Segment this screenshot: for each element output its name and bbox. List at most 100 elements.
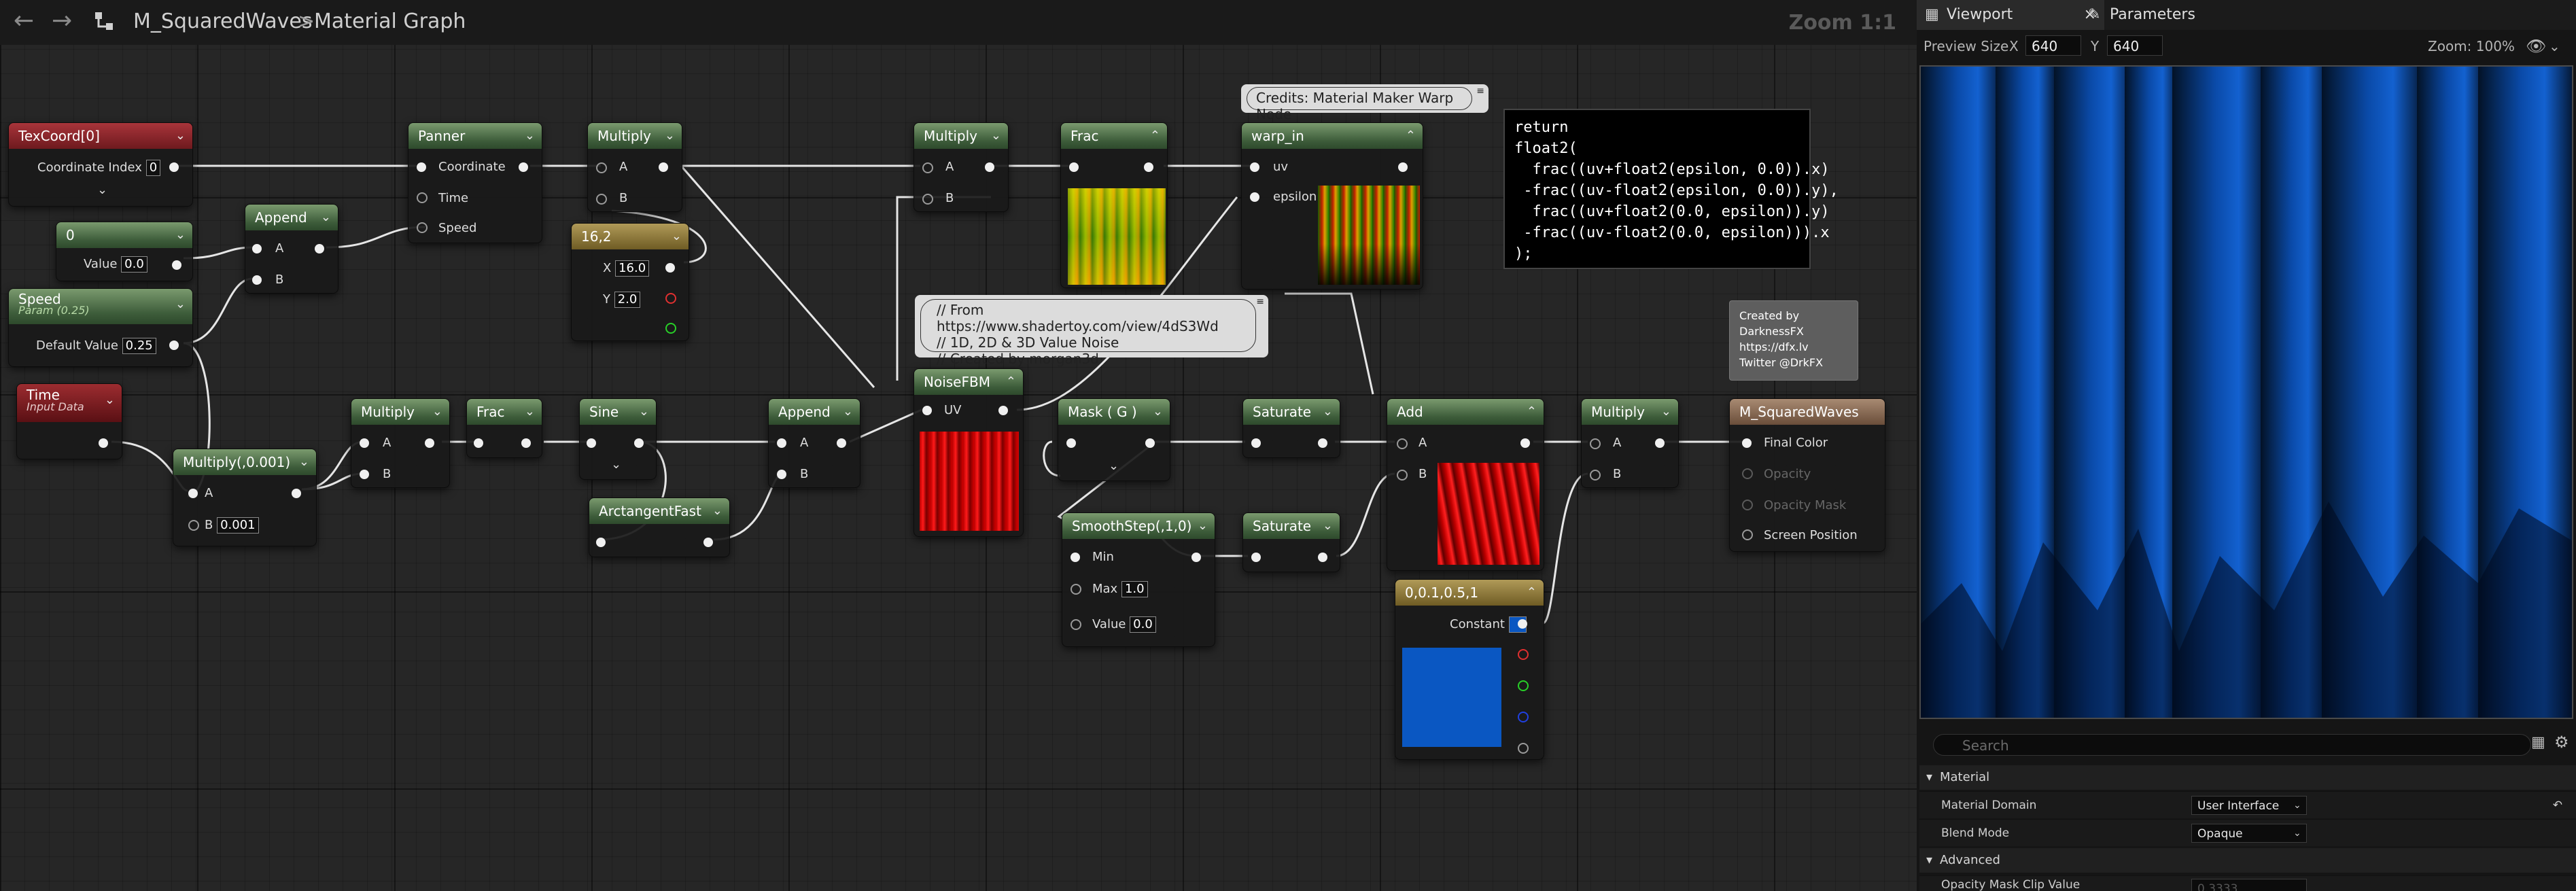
input-pin-b[interactable]: [1590, 470, 1601, 481]
input-pin-a[interactable]: [188, 489, 198, 498]
node-time[interactable]: Time Input Data ⌄: [16, 383, 122, 459]
input-pin-a[interactable]: [777, 438, 786, 448]
output-pin[interactable]: [634, 438, 644, 448]
input-pin[interactable]: [1066, 438, 1076, 448]
output-pin[interactable]: [425, 438, 434, 448]
input-pin-epsilon[interactable]: [1250, 192, 1259, 202]
tab-viewport[interactable]: ▦ Viewport ×: [1917, 0, 2104, 30]
node-sine[interactable]: Sine ⌄ ⌄: [579, 398, 657, 480]
node-constant-vec4[interactable]: 0,0.1,0.5,1 ⌃ Constant: [1395, 579, 1544, 760]
output-pin-g[interactable]: [1518, 680, 1529, 691]
chevron-down-icon[interactable]: ⌄: [1153, 399, 1163, 425]
node-multiply[interactable]: Multiply ⌄ A B: [587, 122, 682, 212]
details-search-input[interactable]: Search: [1933, 734, 2531, 756]
b-value-field[interactable]: 0.001: [217, 517, 259, 534]
node-saturate[interactable]: Saturate ⌄: [1242, 398, 1340, 458]
node-append[interactable]: Append ⌄ A B: [245, 204, 338, 294]
coordinate-index-field[interactable]: 0: [145, 160, 161, 176]
value-field[interactable]: 0.0: [121, 256, 147, 273]
output-pin[interactable]: [99, 438, 108, 448]
input-pin-a[interactable]: [922, 162, 933, 173]
input-pin[interactable]: [417, 222, 428, 233]
node-frac[interactable]: Frac ⌄: [466, 398, 542, 458]
output-pin[interactable]: [703, 538, 713, 547]
node-texcoord[interactable]: TexCoord[0] ⌄ Coordinate Index 0 ⌄: [8, 122, 193, 207]
output-pin[interactable]: [315, 244, 324, 254]
input-pin-b[interactable]: [596, 194, 607, 205]
opacity-mask-clip-input[interactable]: 0.3333: [2191, 879, 2307, 891]
input-pin-min[interactable]: [1071, 553, 1080, 562]
input-pin[interactable]: [596, 538, 606, 547]
input-pin-a[interactable]: [1397, 438, 1408, 449]
comment-grip-icon[interactable]: ≡: [1476, 86, 1484, 97]
input-pin-b[interactable]: [777, 470, 786, 479]
node-mask-g[interactable]: Mask ( G ) ⌄ ⌄: [1058, 398, 1170, 481]
output-pin[interactable]: [1144, 162, 1153, 172]
chevron-down-icon[interactable]: ⌄: [1323, 399, 1333, 425]
chevron-up-icon[interactable]: ⌃: [1527, 580, 1537, 606]
node-add[interactable]: Add ⌃ A B: [1387, 398, 1544, 571]
input-pin[interactable]: [1251, 553, 1261, 562]
graph-hierarchy-icon[interactable]: [94, 11, 114, 31]
node-noise-fbm[interactable]: NoiseFBM ⌃ UV: [913, 368, 1024, 537]
y-value-field[interactable]: 2.0: [614, 292, 641, 308]
input-pin-a[interactable]: [596, 162, 607, 173]
section-advanced[interactable]: ▾ Advanced: [1919, 848, 2576, 873]
node-material-output[interactable]: M_SquaredWaves Final Color Opacity Opaci…: [1729, 398, 1885, 552]
input-pin[interactable]: [1251, 438, 1261, 448]
input-pin[interactable]: [417, 192, 428, 203]
input-pin-a[interactable]: [360, 438, 369, 448]
tab-parameters[interactable]: ✎ Parameters: [2080, 0, 2246, 30]
input-pin-screen-position[interactable]: [1742, 529, 1753, 540]
input-pin-opacity[interactable]: [1742, 468, 1753, 479]
material-domain-select[interactable]: User Interface: [2191, 796, 2307, 815]
gear-icon[interactable]: ⚙: [2554, 733, 2569, 752]
input-pin[interactable]: [587, 438, 596, 448]
input-pin-a[interactable]: [1590, 438, 1601, 449]
chevron-up-icon[interactable]: ⌃: [1406, 123, 1416, 149]
chevron-down-icon[interactable]: ⌄: [97, 183, 107, 197]
node-smoothstep[interactable]: SmoothStep(,1,0) ⌄ Min Max 1.0 Value 0.0: [1062, 512, 1215, 647]
chevron-down-icon[interactable]: ⌄: [665, 123, 675, 149]
output-pin-g[interactable]: [665, 323, 676, 334]
node-speed-param[interactable]: Speed Param (0.25) ⌄ Default Value 0.25: [8, 288, 193, 367]
output-pin[interactable]: [985, 162, 994, 172]
comment-shadertoy[interactable]: // From https://www.shadertoy.com/view/4…: [915, 295, 1268, 367]
input-pin[interactable]: [474, 438, 483, 448]
input-pin-b[interactable]: [252, 275, 262, 285]
node-append[interactable]: Append ⌄ A B: [768, 398, 860, 488]
node-multiply[interactable]: Multiply ⌄ A B: [351, 398, 450, 488]
chevron-down-icon[interactable]: ⌄: [1109, 459, 1119, 473]
input-pin-b[interactable]: [360, 470, 369, 479]
output-pin[interactable]: [169, 162, 179, 172]
preview-width-input[interactable]: 640: [2025, 35, 2081, 56]
output-pin[interactable]: [521, 438, 531, 448]
chevron-down-icon[interactable]: ⌄: [321, 205, 331, 230]
output-pin[interactable]: [659, 162, 668, 172]
chevron-down-icon[interactable]: ⌄: [672, 224, 682, 249]
node-multiply[interactable]: Multiply ⌄ A B: [1581, 398, 1679, 488]
chevron-down-icon[interactable]: ⌄: [2549, 33, 2560, 60]
chevron-up-icon[interactable]: ⌃: [1006, 369, 1016, 395]
output-pin-r[interactable]: [1518, 649, 1529, 660]
input-pin-value[interactable]: [1071, 619, 1081, 630]
reset-icon[interactable]: ↶: [2553, 792, 2562, 819]
chevron-down-icon[interactable]: ⌄: [175, 222, 186, 248]
breadcrumb-material[interactable]: M_SquaredWaves: [133, 10, 313, 33]
node-scalar-zero[interactable]: 0 ⌄ Value 0.0: [56, 222, 193, 281]
node-arctangent-fast[interactable]: ArctangentFast ⌄: [589, 497, 730, 557]
output-pin[interactable]: [1145, 438, 1155, 448]
forward-arrow-icon[interactable]: →: [52, 7, 72, 35]
output-pin-b[interactable]: [1518, 712, 1529, 722]
chevron-down-icon[interactable]: ⌄: [843, 399, 853, 425]
output-pin[interactable]: [169, 340, 179, 350]
node-constant-vec2[interactable]: 16,2 ⌄ X 16.0 Y 2.0: [571, 223, 689, 341]
node-saturate[interactable]: Saturate ⌄: [1242, 512, 1340, 572]
chevron-down-icon[interactable]: ⌄: [712, 498, 723, 524]
input-pin-b[interactable]: [1397, 470, 1408, 481]
section-material[interactable]: ▾ Material: [1919, 765, 2576, 790]
input-pin[interactable]: [1069, 162, 1079, 172]
material-preview-viewport[interactable]: [1919, 65, 2573, 719]
chevron-down-icon[interactable]: ⌄: [991, 123, 1001, 149]
output-pin[interactable]: [292, 489, 301, 498]
